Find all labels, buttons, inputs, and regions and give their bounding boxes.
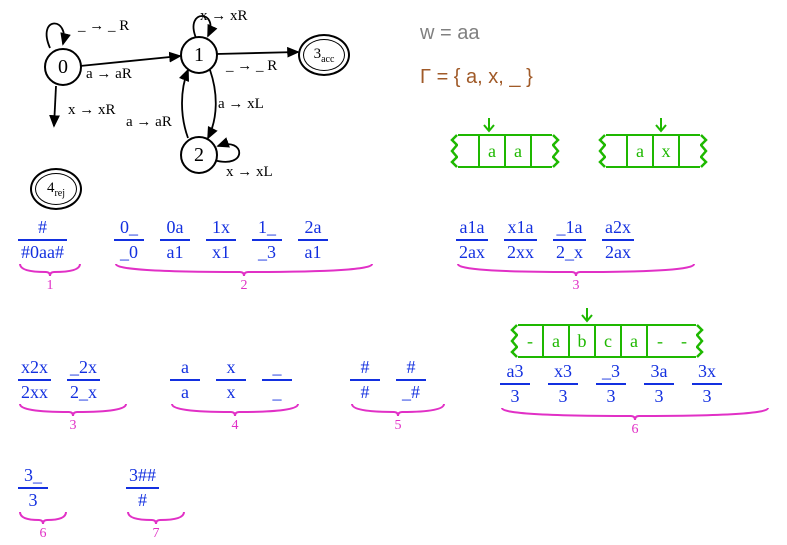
group-brace: 2 xyxy=(114,262,374,294)
tile-group-3b: x2x2xx _2x2_x 3 xyxy=(18,358,128,434)
tape-cell: a xyxy=(478,134,504,168)
state-3-accept: 3acc xyxy=(298,34,350,76)
tile-group-7: 3### 7 xyxy=(126,466,186,542)
group-brace: 5 xyxy=(350,402,446,434)
tape-cell: a xyxy=(504,134,530,168)
tape-cell xyxy=(606,134,626,168)
tape-2: a x xyxy=(596,134,710,168)
tile: _2x2_x xyxy=(67,358,100,402)
tile: ##0aa# xyxy=(18,218,67,262)
tile-group-6b: 3_3 6 xyxy=(18,466,68,542)
tile: x1a2xx xyxy=(504,218,537,262)
tile: xx xyxy=(216,358,246,402)
tape-cell xyxy=(678,134,700,168)
turing-machine-diagram: 0 1 2 3acc 4rej _ → _ R a → aR x → xR x … xyxy=(8,8,358,183)
tile: ## xyxy=(350,358,380,402)
tile-group-3a: a1a2ax x1a2xx _1a2_x a2x2ax 3 xyxy=(456,218,696,294)
tile-group-2: 0__0 0aa1 1xx1 1__3 2aa1 2 xyxy=(114,218,374,294)
tape-cell: x xyxy=(652,134,678,168)
state-2-label: 2 xyxy=(194,144,204,167)
state-0: 0 xyxy=(44,48,82,86)
group-brace: 7 xyxy=(126,510,186,542)
tile-group-6a: a33 x33 _33 3a3 3x3 6 xyxy=(500,362,770,438)
tape-cell xyxy=(458,134,478,168)
tape-cell: b xyxy=(568,324,594,358)
group-brace: 6 xyxy=(18,510,68,542)
tile: #_# xyxy=(396,358,426,402)
tile: a1a2ax xyxy=(456,218,488,262)
group-label: 6 xyxy=(40,526,47,541)
tile-group-5: ## #_# 5 xyxy=(350,358,446,434)
group-label: 7 xyxy=(153,526,160,541)
trans-0-self: _ → _ R xyxy=(78,18,129,35)
tile: 3### xyxy=(126,466,159,510)
state-1: 1 xyxy=(180,36,218,74)
tile: _1a2_x xyxy=(553,218,586,262)
trans-2-self: x → xL xyxy=(226,164,273,181)
tape-cell: c xyxy=(594,324,620,358)
state-3-sub: acc xyxy=(321,54,334,65)
tile: __ xyxy=(262,358,292,402)
tile: 3a3 xyxy=(644,362,674,406)
group-brace: 6 xyxy=(500,406,770,438)
tile: _33 xyxy=(596,362,626,406)
tape-cell: - xyxy=(646,324,672,358)
state-2: 2 xyxy=(180,136,218,174)
group-label: 6 xyxy=(632,422,639,437)
state-1-label: 1 xyxy=(194,44,204,67)
tile: 1__3 xyxy=(252,218,282,262)
group-brace: 3 xyxy=(456,262,696,294)
tile: a33 xyxy=(500,362,530,406)
tape-cell: a xyxy=(542,324,568,358)
tape-cell: - xyxy=(672,324,696,358)
trans-2-1: a → aR xyxy=(126,114,172,131)
group-label: 1 xyxy=(47,278,54,293)
state-3-label: 3 xyxy=(314,46,322,62)
tape-cell: - xyxy=(518,324,542,358)
group-label: 5 xyxy=(395,418,402,433)
group-label: 3 xyxy=(573,278,580,293)
down-arrow-icon xyxy=(580,306,594,324)
group-brace: 3 xyxy=(18,402,128,434)
tile: 1xx1 xyxy=(206,218,236,262)
tile: a2x2ax xyxy=(602,218,634,262)
trans-0-4: x → xR xyxy=(68,102,116,119)
group-brace: 4 xyxy=(170,402,300,434)
group-brace: 1 xyxy=(18,262,82,294)
tile: 0aa1 xyxy=(160,218,190,262)
state-4-sub: rej xyxy=(54,188,65,199)
down-arrow-icon xyxy=(654,116,668,134)
tape-cell xyxy=(530,134,552,168)
tile: x2x2xx xyxy=(18,358,51,402)
tape-1: a a xyxy=(448,134,562,168)
input-string: w = aa xyxy=(420,22,479,45)
group-label: 4 xyxy=(232,418,239,433)
tile: 3x3 xyxy=(692,362,722,406)
trans-1-2: a → xL xyxy=(218,96,264,113)
tape-cell: a xyxy=(620,324,646,358)
down-arrow-icon xyxy=(482,116,496,134)
tile: 3_3 xyxy=(18,466,48,510)
tape-3: - a b c a - - xyxy=(508,324,706,358)
tile-group-1: ##0aa# 1 xyxy=(18,218,82,294)
trans-0-1: a → aR xyxy=(86,66,132,83)
tile: x33 xyxy=(548,362,578,406)
state-4-reject: 4rej xyxy=(30,168,82,210)
tile: aa xyxy=(170,358,200,402)
tape-cell: a xyxy=(626,134,652,168)
group-label: 3 xyxy=(70,418,77,433)
tile: 2aa1 xyxy=(298,218,328,262)
state-0-label: 0 xyxy=(58,56,68,79)
tile: 0__0 xyxy=(114,218,144,262)
trans-1-3: _ → _ R xyxy=(226,58,277,75)
group-label: 2 xyxy=(241,278,248,293)
trans-1-self: x → xR xyxy=(200,8,248,25)
tape-alphabet: Γ = { a, x, _ } xyxy=(420,66,533,89)
tile-group-4: aa xx __ 4 xyxy=(170,358,300,434)
